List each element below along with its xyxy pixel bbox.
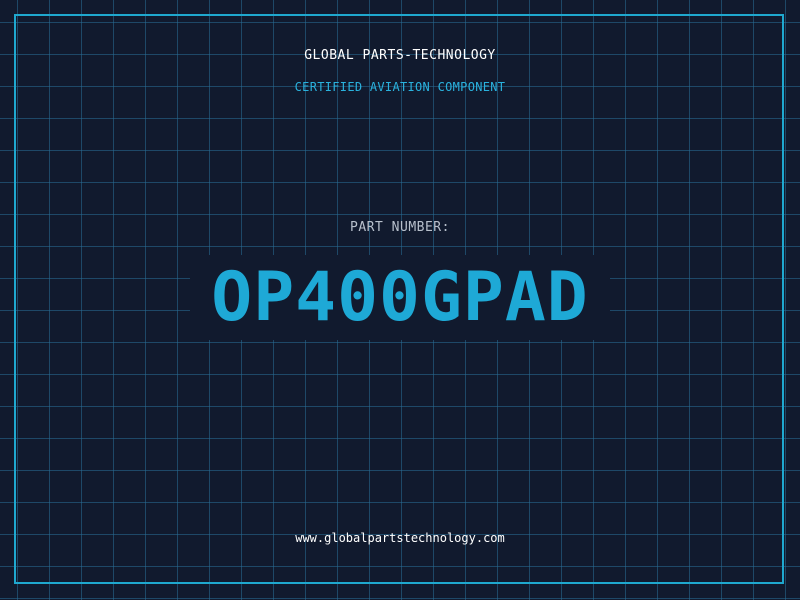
website-url: www.globalpartstechnology.com [295,531,505,545]
certification-subtitle: CERTIFIED AVIATION COMPONENT [294,80,506,94]
part-number-label: PART NUMBER: [350,220,450,235]
brand-name: GLOBAL PARTS-TECHNOLOGY [304,48,496,63]
part-number-value: OP400GPAD [211,258,589,337]
part-card: GLOBAL PARTS-TECHNOLOGY CERTIFIED AVIATI… [0,0,800,600]
part-number-panel: OP400GPAD [190,255,610,340]
